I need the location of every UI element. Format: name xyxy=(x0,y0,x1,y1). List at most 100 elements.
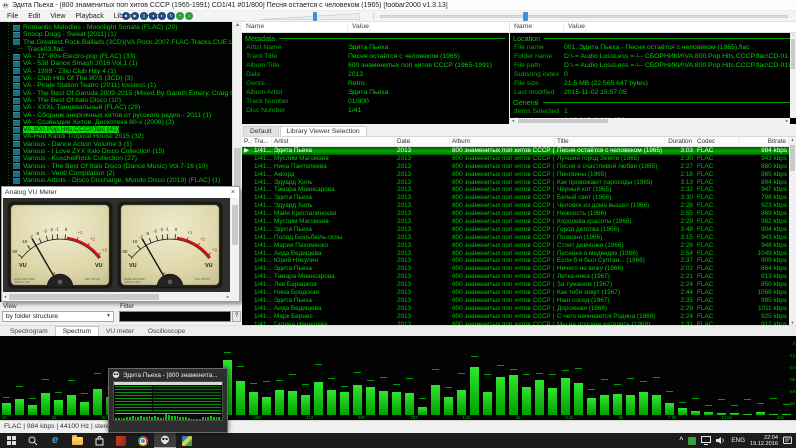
playlist-row[interactable]: 1/41...Эдита Пьеха2013800 знаменитых поп… xyxy=(242,297,789,305)
library-tree-item[interactable]: VA - 1999 - Zillo Club Hity 4 (1) xyxy=(0,68,232,75)
playlist-row[interactable]: 1/41...Аида Ведищева2013800 знаменитых п… xyxy=(242,305,789,313)
scroll-right-icon[interactable]: ► xyxy=(226,294,230,299)
search-button[interactable] xyxy=(22,433,44,448)
seek-bar[interactable] xyxy=(380,12,788,21)
metadata-row[interactable]: Track TitleПесня остаётся с человеком (1… xyxy=(242,52,509,61)
metadata-row[interactable]: Date2013 xyxy=(242,70,509,79)
playlist-tab-library-viewer-selection[interactable]: Library Viewer Selection xyxy=(280,126,367,136)
library-tree-item[interactable]: VA.800.Pop.Hits.CCCP.flac (41) xyxy=(0,126,232,133)
playlist-column-header[interactable]: Bitrate xyxy=(740,137,789,146)
filter-help-button[interactable]: ? xyxy=(232,311,241,322)
taskbar-thumbnail-popup[interactable]: Эдита Пьеха - [800 знаменита... xyxy=(108,368,228,433)
library-tree-item[interactable]: Various Artists - Disco Discharge. Mondo… xyxy=(0,177,232,184)
location-row[interactable]: Items Selected1 xyxy=(510,107,796,116)
scrollbar-thumb[interactable] xyxy=(234,148,241,186)
location-vertical-scrollbar[interactable]: ^ xyxy=(790,33,796,118)
vis-tab-spectrogram[interactable]: Spectrogram xyxy=(3,327,55,336)
metadata-row[interactable]: GenreRetro xyxy=(242,79,509,88)
playlist-row[interactable]: 1/41...Тамара Миансарова2013800 знаменит… xyxy=(242,186,789,194)
seek-bar-handle[interactable] xyxy=(523,12,528,21)
playlist-row[interactable]: 1/41...Муслим Магомаев2013800 знаменитых… xyxy=(242,155,789,163)
library-tree-item[interactable]: VA - XXXL Танцевальный (FLAC) (29) xyxy=(0,104,232,111)
playlist-row[interactable]: 1/41...Мария Пахоменко2013800 знаменитых… xyxy=(242,242,789,250)
playlist-row[interactable]: 1/41...Нина Бродская2013800 знаменитых п… xyxy=(242,289,789,297)
playlist-column-header[interactable]: Codec xyxy=(695,137,740,146)
menu-file[interactable]: File xyxy=(2,11,23,22)
playlist-vertical-scrollbar[interactable]: ▲ ▼ xyxy=(789,137,796,325)
playlist-row[interactable]: 1/41...Майя Кристалинская2013800 знамени… xyxy=(242,210,789,218)
playlist-row[interactable]: 1/41...Эдита Пьеха2013800 знаменитых поп… xyxy=(242,194,789,202)
scroll-right-icon[interactable]: ► xyxy=(785,118,789,123)
column-name[interactable]: Name xyxy=(510,22,564,32)
library-tree-item[interactable]: —Track03.flac xyxy=(0,46,232,53)
playlist-row[interactable]: 1/41...Муслим Магомаев2013800 знаменитых… xyxy=(242,218,789,226)
playlist-row[interactable]: 1/41...Лев Барашков2013800 знаменитых по… xyxy=(242,281,789,289)
playback-button-next[interactable]: ▸ xyxy=(158,12,166,20)
playlist-column-header[interactable]: P... xyxy=(242,137,252,146)
playlist-tab-default[interactable]: Default xyxy=(243,126,279,136)
file-explorer-button[interactable] xyxy=(66,433,88,448)
library-tree-item[interactable]: VA - The Best Of Italo Disco (10) xyxy=(0,97,232,104)
display-icon[interactable] xyxy=(701,436,711,445)
playlist-row[interactable]: 1/41...Эдита Пьеха2013800 знаменитых поп… xyxy=(242,226,789,234)
metadata-row[interactable]: Disc Number1/41 xyxy=(242,106,509,115)
app-button-media[interactable] xyxy=(176,433,198,448)
location-row[interactable]: Folder nameD:\-= Audio LossLess =-\-- СБ… xyxy=(510,52,796,61)
playlist-column-header[interactable]: Album xyxy=(450,137,555,146)
app-button-red[interactable] xyxy=(110,433,132,448)
playlist-column-header[interactable]: Title xyxy=(555,137,665,146)
vu-vertical-scrollbar[interactable] xyxy=(231,198,239,292)
volume-slider[interactable] xyxy=(260,12,360,21)
tray-app-icon[interactable] xyxy=(688,437,696,445)
playlist-row[interactable]: 1/41...Тамара Миансарова2013800 знаменит… xyxy=(242,273,789,281)
filter-input[interactable] xyxy=(119,311,231,322)
speaker-icon[interactable] xyxy=(716,436,726,445)
playlist-row[interactable]: 1/41...Юрий Никулин2013800 знаменитых по… xyxy=(242,257,789,265)
playlist-row[interactable]: 1/41...Аида Ведищева2013800 знаменитых п… xyxy=(242,250,789,258)
playback-button-pause[interactable]: ∥ xyxy=(140,12,148,20)
vu-window-titlebar[interactable]: Analog VU Meter × xyxy=(2,187,239,198)
notification-center-icon[interactable] xyxy=(783,436,792,445)
library-tree-item[interactable]: VA - Club Hits Of The 80'S (3CD) (3) xyxy=(0,75,232,82)
playlist-row[interactable]: 1/41...Нина Пантелеева2013800 знаменитых… xyxy=(242,163,789,171)
language-indicator[interactable]: ENG xyxy=(731,437,745,444)
volume-slider-handle[interactable] xyxy=(313,12,317,21)
playback-button-extra-1[interactable]: + xyxy=(176,12,184,20)
library-tree-item[interactable]: Various - I Love ZYX Italo Disco Collect… xyxy=(0,148,232,155)
library-tree-item[interactable]: VA - Сборник энергичных хитов от русског… xyxy=(0,112,232,119)
menu-playback[interactable]: Playback xyxy=(70,11,108,22)
playback-button-play[interactable]: ▶ xyxy=(131,12,139,20)
vis-tab-vu-meter[interactable]: VU meter xyxy=(99,327,141,336)
playlist-column-header[interactable]: Tra... xyxy=(252,137,272,146)
edge-button[interactable]: e xyxy=(44,433,66,448)
playlist-row[interactable]: 1/41...Эдуард Хиль2013800 знаменитых поп… xyxy=(242,179,789,187)
playlist-column-header[interactable]: Duration xyxy=(665,137,695,146)
playlist-row[interactable]: ▶1/41...Эдита Пьеха2013800 знаменитых по… xyxy=(242,147,789,155)
playback-button-random[interactable]: ↻ xyxy=(167,12,175,20)
playlist-column-header[interactable]: Artist xyxy=(272,137,395,146)
column-name[interactable]: Name xyxy=(242,22,348,32)
location-row[interactable]: File pathD:\-= Audio LossLess =-\-- СБОР… xyxy=(510,61,796,70)
clock[interactable]: 22:04 19.12.2016 xyxy=(750,435,778,447)
vis-tab-oscilloscope[interactable]: Oscilloscope xyxy=(141,327,192,336)
metadata-row[interactable]: Album Title800 знаменитых поп хитов СССР… xyxy=(242,61,509,70)
library-tree-item[interactable]: Romantic Melodies - Moonlight Sonata (FL… xyxy=(0,24,232,31)
scroll-up-icon[interactable]: ▲ xyxy=(789,137,796,142)
playlist-column-header[interactable]: Date xyxy=(395,137,450,146)
close-icon[interactable]: × xyxy=(227,189,239,196)
playlist-row[interactable]: 1/41...Эдуард Хиль2013800 знаменитых поп… xyxy=(242,202,789,210)
library-tree-item[interactable]: VA - The Best Of Garuda 2009-2015 (Mixed… xyxy=(0,90,232,97)
playlist-row[interactable]: 1/41...Эдита Пьеха2013800 знаменитых поп… xyxy=(242,265,789,273)
location-row[interactable]: File size21.5 MB (22 565 647 bytes) xyxy=(510,79,796,88)
column-value[interactable]: Value xyxy=(348,22,370,32)
library-tree-item[interactable]: The.Greatest.Rock.Ballads.(3CD)(VA.Rock.… xyxy=(0,39,232,46)
library-tree-item[interactable]: Various - The Best Of Italo Disco (Dance… xyxy=(0,163,232,170)
library-tree-item[interactable]: Snoop Dogg - Sweat [2011] (1) xyxy=(0,31,232,38)
chrome-button[interactable] xyxy=(132,433,154,448)
scroll-left-icon[interactable]: ◄ xyxy=(3,294,7,299)
start-button[interactable] xyxy=(0,433,22,448)
library-tree-item[interactable]: VA - Созвездие Хитов. Дискотека 80-х (20… xyxy=(0,119,232,126)
playback-button-stop[interactable]: ■ xyxy=(122,12,130,20)
library-tree-item[interactable]: VA - 538 Dance Smash 2016 Vol.1 (1) xyxy=(0,60,232,67)
library-tree-item[interactable]: Various - KuschelRock Collection (27) xyxy=(0,155,232,162)
